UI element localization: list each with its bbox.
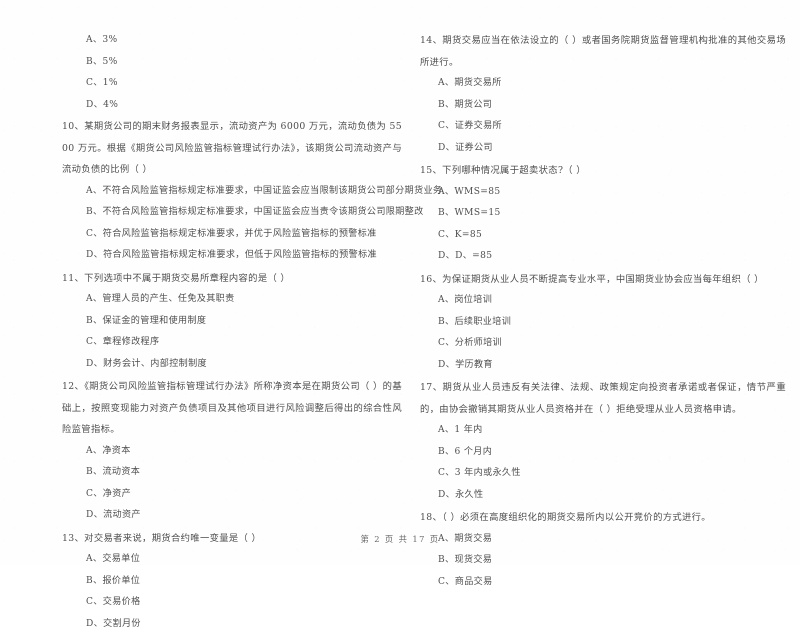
option-item: B、期货公司 (438, 99, 493, 110)
option-item: A、岗位培训 (438, 295, 493, 305)
option-item: B、现货交易 (438, 555, 493, 565)
option-item: B、不符合风险监管指标规定标准要求，中国证监会应当责令该期货公司限期整改 (86, 207, 424, 217)
option-item: A、3% (86, 35, 118, 45)
option-item: B、WMS=15 (438, 208, 501, 218)
document-page: A、3% B、5% C、1% D、4% 10、某期货公司的期末财务报表显示，流动… (0, 0, 800, 629)
option-item: C、3 年内或永久性 (438, 468, 521, 478)
option-item: B、6 个月内 (438, 446, 493, 457)
question-options: A、WMS=85 B、WMS=15 C、K=85 D、D、=85 (420, 182, 786, 268)
option-item: D、证券公司 (438, 142, 493, 153)
question-stem: 11、下列选项中不属于期货交易所章程内容的是（ ） (62, 272, 291, 284)
question-options: A、交易单位 B、报价单位 C、交易价格 D、交割月份 (62, 549, 402, 635)
option-item: D、流动资产 (86, 510, 141, 520)
option-item: D、交割月份 (86, 618, 141, 629)
option-item: D、D、=85 (438, 251, 493, 261)
question-11: 11、下列选项中不属于期货交易所章程内容的是（ ） A、管理人员的产生、任免及其… (62, 268, 402, 376)
question-stem: 17、期货从业人员违反有关法律、法规、政策规定向投资者承诺或者保证，情节严重的，… (420, 382, 786, 415)
option-item: C、净资产 (86, 488, 132, 499)
question-stem: 16、为保证期货从业人员不断提高专业水平，中国期货业协会应当每年组织（ ） (420, 273, 764, 285)
option-item: A、期货交易所 (438, 78, 502, 88)
question-options: A、净资本 B、流动资本 C、净资产 D、流动资产 (62, 441, 402, 527)
continued-options-list: A、3% B、5% C、1% D、4% (62, 30, 402, 116)
page-footer: 第 2 页 共 17 页 (360, 534, 440, 544)
question-options: A、管理人员的产生、任免及其职责 B、保证金的管理和使用制度 C、章程修改程序 … (62, 289, 402, 375)
question-options: A、岗位培训 B、后续职业培训 C、分析师培训 D、学历教育 (420, 290, 786, 376)
option-item: D、学历教育 (438, 359, 493, 370)
left-column: A、3% B、5% C、1% D、4% 10、某期货公司的期末财务报表显示，流动… (0, 30, 443, 636)
right-column: 14、期货交易应当在依法设立的（ ）或者国务院期货监督管理机构批准的其他交易场所… (410, 30, 800, 636)
question-stem: 15、下列哪种情况属于超卖状态?（ ） (420, 165, 586, 176)
option-item: C、1% (86, 78, 118, 88)
option-item: B、后续职业培训 (438, 316, 512, 327)
question-10: 10、某期货公司的期末财务报表显示，流动资产为 6000 万元，流动负债为 55… (62, 116, 443, 267)
option-item: C、章程修改程序 (86, 337, 160, 347)
question-14: 14、期货交易应当在依法设立的（ ）或者国务院期货监督管理机构批准的其他交易场所… (420, 30, 786, 159)
option-item: B、5% (86, 56, 118, 67)
option-item: A、1 年内 (438, 425, 483, 435)
question-17: 17、期货从业人员违反有关法律、法规、政策规定向投资者承诺或者保证，情节严重的，… (420, 377, 786, 506)
question-options: A、1 年内 B、6 个月内 C、3 年内或永久性 D、永久性 (420, 420, 786, 506)
option-item: B、报价单位 (86, 575, 141, 586)
question-16: 16、为保证期货从业人员不断提高专业水平，中国期货业协会应当每年组织（ ） A、… (420, 269, 786, 377)
option-item: C、符合风险监管指标规定标准要求，并优于风险监管指标的预警标准 (86, 228, 377, 239)
option-item: C、交易价格 (86, 597, 141, 607)
option-item: D、永久性 (438, 489, 484, 500)
question-stem: 18、（ ）必须在高度组织化的期货交易所内以公开竞价的方式进行。 (420, 512, 711, 523)
question-15: 15、下列哪种情况属于超卖状态?（ ） A、WMS=85 B、WMS=15 C、… (420, 160, 786, 268)
question-stem: 12、《期货公司风险监管指标管理试行办法》所称净资本是在期货公司（ ）的基础上，… (62, 381, 402, 435)
question-18: 18、（ ）必须在高度组织化的期货交易所内以公开竞价的方式进行。 A、期货交易 … (420, 507, 786, 593)
option-item: A、交易单位 (86, 554, 141, 564)
option-item: A、不符合风险监管指标规定标准要求，中国证监会应当限制该期货公司部分期货业务 (86, 185, 443, 196)
option-item: D、4% (86, 99, 119, 110)
option-item: C、证券交易所 (438, 121, 502, 131)
option-item: B、流动资本 (86, 467, 141, 477)
question-stem: 14、期货交易应当在依法设立的（ ）或者国务院期货监督管理机构批准的其他交易场所… (420, 35, 786, 68)
option-item: B、保证金的管理和使用制度 (86, 315, 207, 326)
question-stem: 10、某期货公司的期末财务报表显示，流动资产为 6000 万元，流动负债为 55… (62, 121, 402, 175)
two-column-body: A、3% B、5% C、1% D、4% 10、某期货公司的期末财务报表显示，流动… (0, 30, 800, 636)
option-item: C、K=85 (438, 229, 483, 240)
option-item: A、净资本 (86, 445, 131, 456)
option-item: C、商品交易 (438, 576, 493, 587)
option-item: D、财务会计、内部控制制度 (86, 358, 207, 369)
question-options: A、期货交易所 B、期货公司 C、证券交易所 D、证券公司 (420, 73, 786, 159)
question-options: A、不符合风险监管指标规定标准要求，中国证监会应当限制该期货公司部分期货业务 B… (62, 181, 443, 267)
question-12: 12、《期货公司风险监管指标管理试行办法》所称净资本是在期货公司（ ）的基础上，… (62, 376, 402, 527)
option-item: A、管理人员的产生、任免及其职责 (86, 294, 235, 304)
option-item: C、分析师培训 (438, 338, 502, 348)
option-item: A、WMS=85 (438, 186, 501, 197)
option-item: D、符合风险监管指标规定标准要求，但低于风险监管指标的预警标准 (86, 250, 377, 260)
